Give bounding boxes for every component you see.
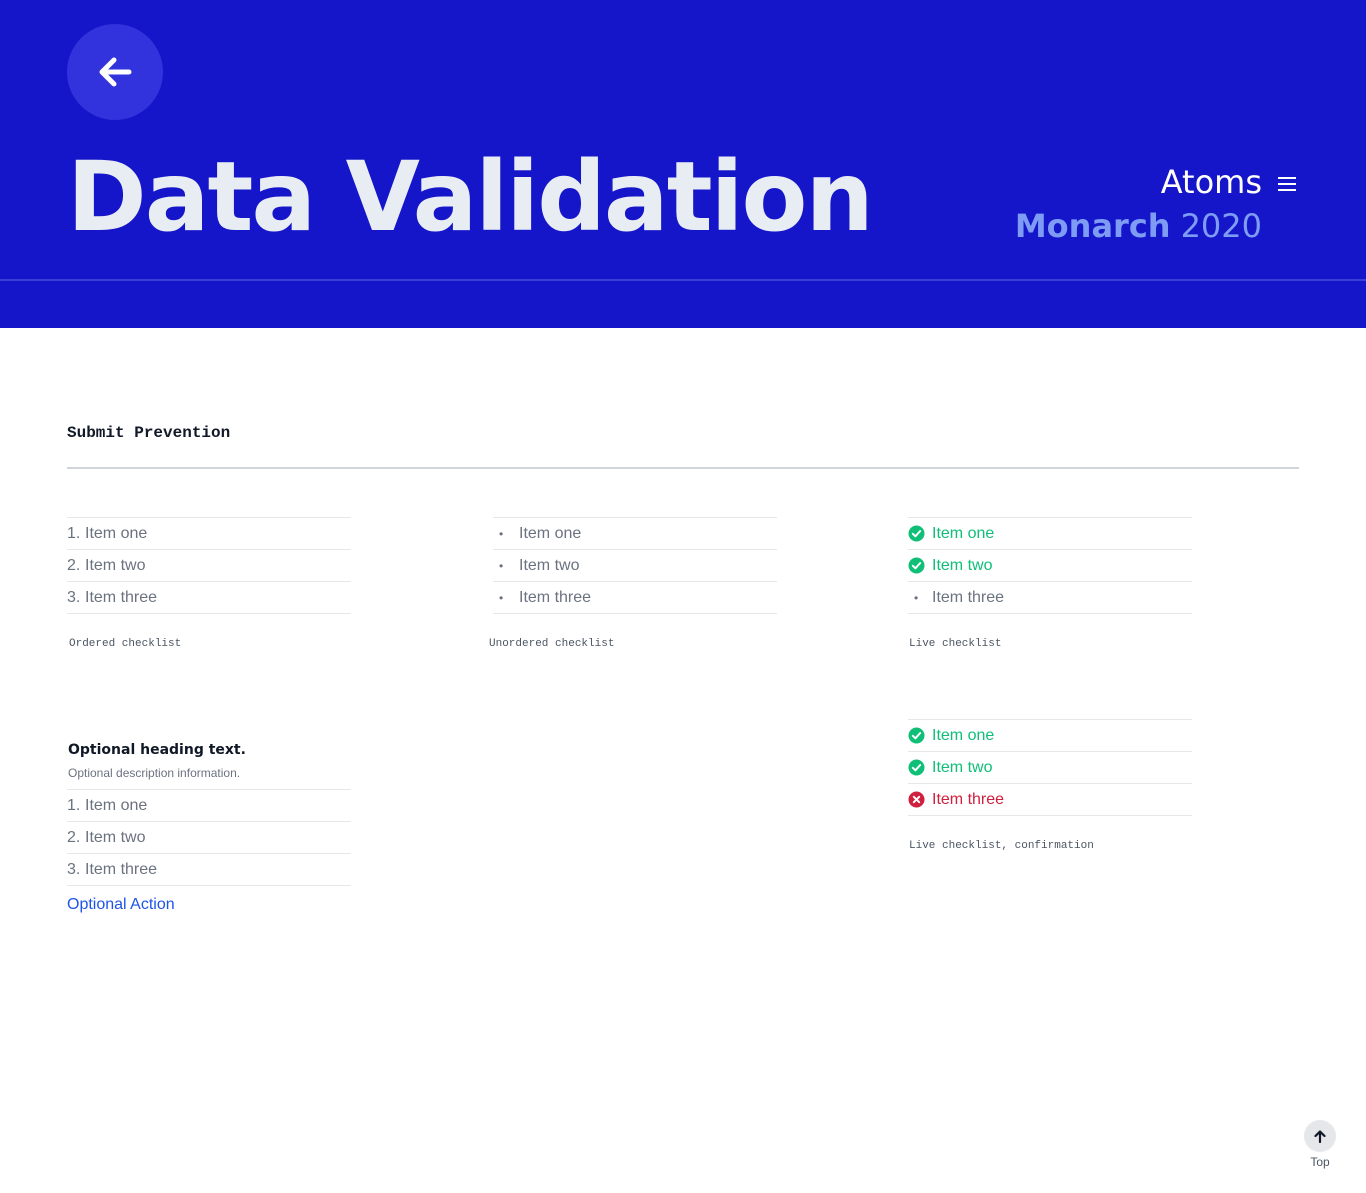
confirmation-checklist: Item one Item two Item three xyxy=(908,719,1192,816)
section-divider xyxy=(67,467,1299,469)
ordered-checklist: 1. Item one 2. Item two 3. Item three xyxy=(67,517,351,614)
optional-description: Optional description information. xyxy=(68,766,241,780)
list-item: 3. Item three xyxy=(67,582,351,614)
confirmation-checklist-caption: Live checklist, confirmation xyxy=(909,840,1094,852)
back-button[interactable] xyxy=(67,24,163,120)
live-checklist: Item one Item two • Item three xyxy=(908,517,1192,614)
check-circle-icon xyxy=(908,759,932,776)
list-item: Item two xyxy=(908,550,1192,582)
list-item: Item one xyxy=(908,518,1192,550)
list-item: • Item two xyxy=(493,550,777,582)
headed-checklist: 1. Item one 2. Item two 3. Item three xyxy=(67,789,351,886)
bullet-dot: • xyxy=(914,590,919,605)
hamburger-menu-icon[interactable] xyxy=(1278,177,1296,191)
x-circle-icon xyxy=(908,791,932,808)
list-item: • Item three xyxy=(493,582,777,614)
ordered-checklist-caption: Ordered checklist xyxy=(69,638,182,650)
check-circle-icon xyxy=(908,525,932,542)
list-item: • Item one xyxy=(493,518,777,550)
live-checklist-caption: Live checklist xyxy=(909,638,1002,650)
section-heading: Submit Prevention xyxy=(67,424,231,442)
header-divider xyxy=(0,279,1366,281)
section-link-atoms[interactable]: Atoms xyxy=(1161,163,1262,201)
optional-action-link[interactable]: Optional Action xyxy=(67,896,175,914)
back-to-top-label: Top xyxy=(1310,1155,1330,1169)
check-circle-icon xyxy=(908,727,932,744)
list-item: • Item three xyxy=(908,582,1192,614)
brand-label: Monarch 2020 xyxy=(1015,207,1262,245)
list-item: 1. Item one xyxy=(67,790,351,822)
optional-heading: Optional heading text. xyxy=(68,742,246,758)
list-item: 3. Item three xyxy=(67,854,351,886)
list-item: Item three xyxy=(908,784,1192,816)
check-circle-icon xyxy=(908,557,932,574)
back-to-top-button[interactable] xyxy=(1304,1120,1336,1152)
arrow-left-icon xyxy=(99,57,132,87)
unordered-checklist-caption: Unordered checklist xyxy=(489,638,615,650)
brand-name: Monarch xyxy=(1014,207,1171,245)
list-item: 2. Item two xyxy=(67,550,351,582)
brand-year: 2020 xyxy=(1180,207,1262,245)
list-item: 2. Item two xyxy=(67,822,351,854)
arrow-up-icon xyxy=(1314,1129,1326,1143)
list-item: Item two xyxy=(908,752,1192,784)
list-item: Item one xyxy=(908,720,1192,752)
unordered-checklist: • Item one • Item two • Item three xyxy=(493,517,777,614)
list-item: 1. Item one xyxy=(67,518,351,550)
page-title: Data Validation xyxy=(67,141,874,253)
